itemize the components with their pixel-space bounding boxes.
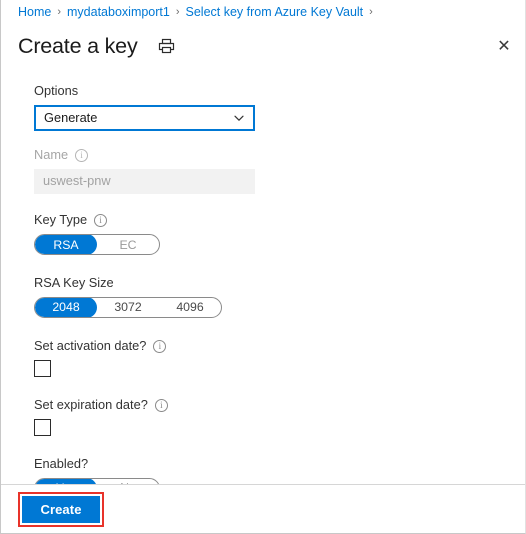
breadcrumb-separator-icon: › [175, 6, 180, 19]
field-set-expiration-date: Set expiration date? i [34, 397, 508, 437]
key-type-option-rsa[interactable]: RSA [35, 235, 97, 255]
set-activation-date-checkbox[interactable] [34, 360, 51, 378]
set-expiration-date-label-text: Set expiration date? [34, 397, 148, 413]
enabled-label-text: Enabled? [34, 456, 89, 472]
info-icon[interactable]: i [94, 214, 108, 228]
rsa-key-size-option-4096[interactable]: 4096 [159, 298, 221, 317]
close-icon[interactable]: ✕ [493, 35, 515, 57]
create-key-blade: Home › mydataboximport1 › Select key fro… [0, 0, 526, 534]
options-select[interactable]: Generate [34, 105, 255, 132]
info-icon[interactable]: i [75, 149, 89, 163]
field-options: Options Generate [34, 85, 508, 132]
key-type-label: Key Type i [34, 212, 508, 228]
breadcrumb-item-select-key[interactable]: Select key from Azure Key Vault [186, 6, 364, 19]
rsa-key-size-label: RSA Key Size [34, 275, 508, 291]
breadcrumb-separator-icon: › [57, 6, 62, 19]
options-select-value: Generate [44, 109, 98, 125]
options-label-text: Options [34, 83, 79, 99]
field-key-type: Key Type i RSA EC [34, 212, 508, 256]
set-activation-date-label-text: Set activation date? [34, 338, 147, 354]
key-type-label-text: Key Type [34, 212, 88, 228]
key-type-toggle: RSA EC [34, 234, 160, 256]
options-label: Options [34, 85, 508, 98]
create-button-highlight: Create [18, 491, 104, 527]
chevron-down-icon [234, 115, 244, 122]
create-key-form: Options Generate Name i uswest-pnw Key T… [1, 67, 525, 484]
rsa-key-size-toggle: 2048 3072 4096 [34, 297, 222, 319]
name-input-value: uswest-pnw [43, 173, 111, 189]
rsa-key-size-option-3072[interactable]: 3072 [97, 298, 159, 317]
breadcrumb-item-home[interactable]: Home [18, 6, 51, 19]
name-label-text: Name [34, 147, 69, 163]
info-icon[interactable]: i [154, 399, 168, 413]
info-icon[interactable]: i [153, 340, 167, 354]
printer-icon[interactable] [156, 35, 178, 57]
set-expiration-date-label: Set expiration date? i [34, 397, 508, 413]
name-input: uswest-pnw [34, 169, 255, 195]
name-label: Name i [34, 147, 508, 163]
create-button[interactable]: Create [22, 495, 100, 523]
rsa-key-size-label-text: RSA Key Size [34, 275, 114, 291]
set-expiration-date-checkbox[interactable] [34, 419, 51, 437]
field-enabled: Enabled? Yes No [34, 456, 508, 484]
enabled-label: Enabled? [34, 456, 508, 472]
field-set-activation-date: Set activation date? i [34, 338, 508, 378]
breadcrumb-separator-icon: › [369, 6, 373, 19]
field-name: Name i uswest-pnw [34, 147, 508, 195]
blade-footer: Create [1, 484, 525, 533]
set-activation-date-label: Set activation date? i [34, 338, 508, 354]
breadcrumb: Home › mydataboximport1 › Select key fro… [1, 0, 525, 25]
rsa-key-size-option-2048[interactable]: 2048 [35, 298, 97, 318]
title-row: Create a key ✕ [1, 25, 525, 67]
breadcrumb-item-mydataboximport1[interactable]: mydataboximport1 [67, 6, 170, 19]
key-type-option-ec[interactable]: EC [97, 235, 159, 254]
field-rsa-key-size: RSA Key Size 2048 3072 4096 [34, 275, 508, 319]
page-title: Create a key [18, 33, 138, 58]
